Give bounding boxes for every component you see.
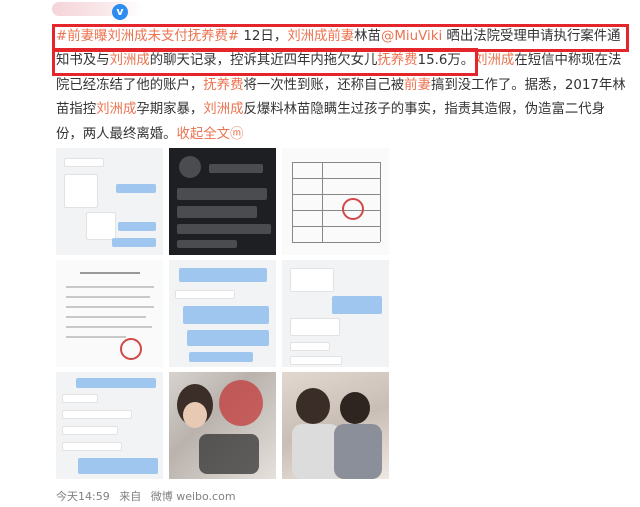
thumbnail-court-notice[interactable] [56, 260, 163, 367]
keyword-link[interactable]: 刘洲成 [96, 102, 136, 117]
keyword-link[interactable]: 抚养费 [203, 78, 243, 93]
post-text-segment: 反爆料林苗隐瞒生过孩子的事实，指责其造假，伪造富二代身 [243, 102, 606, 118]
post-text-segment: 院已经冻结了他的账户， [56, 77, 204, 93]
thumbnail-chat-screenshot-3[interactable] [169, 260, 276, 367]
highlight-box-bottom [52, 48, 478, 76]
thumbnail-chat-screenshot-5[interactable] [56, 372, 163, 479]
thumbnail-chat-screenshot-2[interactable] [169, 148, 276, 255]
post-text-segment: 搞到没工作了。据悉，2017年林 [430, 77, 626, 93]
post-timestamp[interactable]: 今天14:59 [56, 490, 110, 503]
keyword-link[interactable]: 前妻 [404, 78, 431, 93]
thumbnail-photo-child[interactable] [169, 372, 276, 479]
post-text-segment: 份，两人最终离婚。 [56, 126, 177, 142]
post-text-segment: 将一次性到账，还称自己被 [243, 77, 405, 93]
post-line-3: 院已经冻结了他的账户，抚养费将一次性到账，还称自己被前妻搞到没工作了。据悉，20… [56, 74, 626, 98]
thumbnail-court-form[interactable] [282, 148, 389, 255]
thumbnail-photo-couple[interactable] [282, 372, 389, 479]
post-line-4: 苗指控刘洲成孕期家暴，刘洲成反爆料林苗隐瞒生过孩子的事实，指责其造假，伪造富二代… [56, 98, 626, 122]
post-text-segment: 在短信中称现在法 [514, 53, 622, 69]
post-footer: 今天14:59 来自 微博 weibo.com [56, 488, 242, 504]
author-header: v [0, 0, 640, 24]
collapse-text-link[interactable]: 收起全文 [177, 127, 231, 142]
avatar[interactable] [52, 2, 142, 16]
verified-badge-icon: v [112, 4, 128, 20]
source-prefix: 来自 [119, 490, 142, 503]
thumbnail-chat-screenshot-1[interactable] [56, 148, 163, 255]
keyword-link[interactable]: 刘洲成 [203, 102, 243, 117]
post-line-5: 份，两人最终离婚。收起全文ⓜ [56, 123, 626, 147]
thumbnail-chat-screenshot-4[interactable] [282, 260, 389, 367]
post-text-segment: 孕期家暴， [136, 102, 204, 118]
collapse-icon[interactable]: ⓜ [230, 127, 243, 142]
keyword-link[interactable]: 刘洲成 [474, 53, 514, 68]
post-text-segment: 苗指控 [56, 102, 97, 118]
source-link[interactable]: 微博 weibo.com [151, 490, 236, 503]
